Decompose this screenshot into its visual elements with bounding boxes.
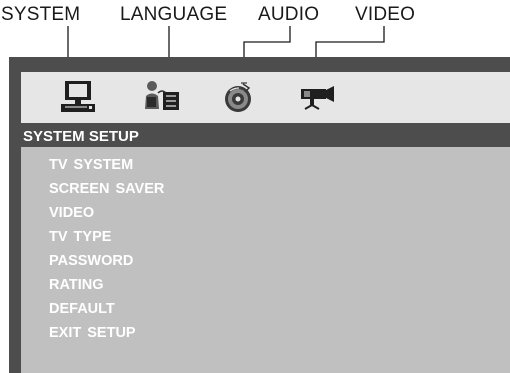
language-tab[interactable] bbox=[143, 79, 183, 115]
setup-menu-list: TV SYSTEM SCREEN SAVER VIDEO TV TYPE PAS… bbox=[49, 153, 164, 345]
menu-item-rating[interactable]: RATING bbox=[49, 273, 164, 297]
disc-icon bbox=[225, 82, 251, 112]
setup-title: SYSTEM SETUP bbox=[23, 128, 139, 145]
system-tab[interactable] bbox=[59, 79, 99, 115]
menu-item-video[interactable]: VIDEO bbox=[49, 201, 164, 225]
person-speaker-icon bbox=[145, 81, 179, 110]
setup-menu-panel: SYSTEM SETUP TV SYSTEM SCREEN SAVER VIDE… bbox=[9, 57, 510, 373]
menu-item-exit-setup[interactable]: EXIT SETUP bbox=[49, 321, 164, 345]
menu-item-screen-saver[interactable]: SCREEN SAVER bbox=[49, 177, 164, 201]
menu-item-default[interactable]: DEFAULT bbox=[49, 297, 164, 321]
menu-item-tv-type[interactable]: TV TYPE bbox=[49, 225, 164, 249]
category-icon-bar bbox=[21, 72, 510, 123]
monitor-computer-icon bbox=[61, 81, 95, 112]
menu-item-tv-system[interactable]: TV SYSTEM bbox=[49, 153, 164, 177]
menu-item-password[interactable]: PASSWORD bbox=[49, 249, 164, 273]
video-tab[interactable] bbox=[297, 79, 337, 115]
setup-menu-area: TV SYSTEM SCREEN SAVER VIDEO TV TYPE PAS… bbox=[21, 147, 510, 373]
audio-tab[interactable] bbox=[218, 79, 258, 115]
camera-icon bbox=[301, 86, 334, 110]
